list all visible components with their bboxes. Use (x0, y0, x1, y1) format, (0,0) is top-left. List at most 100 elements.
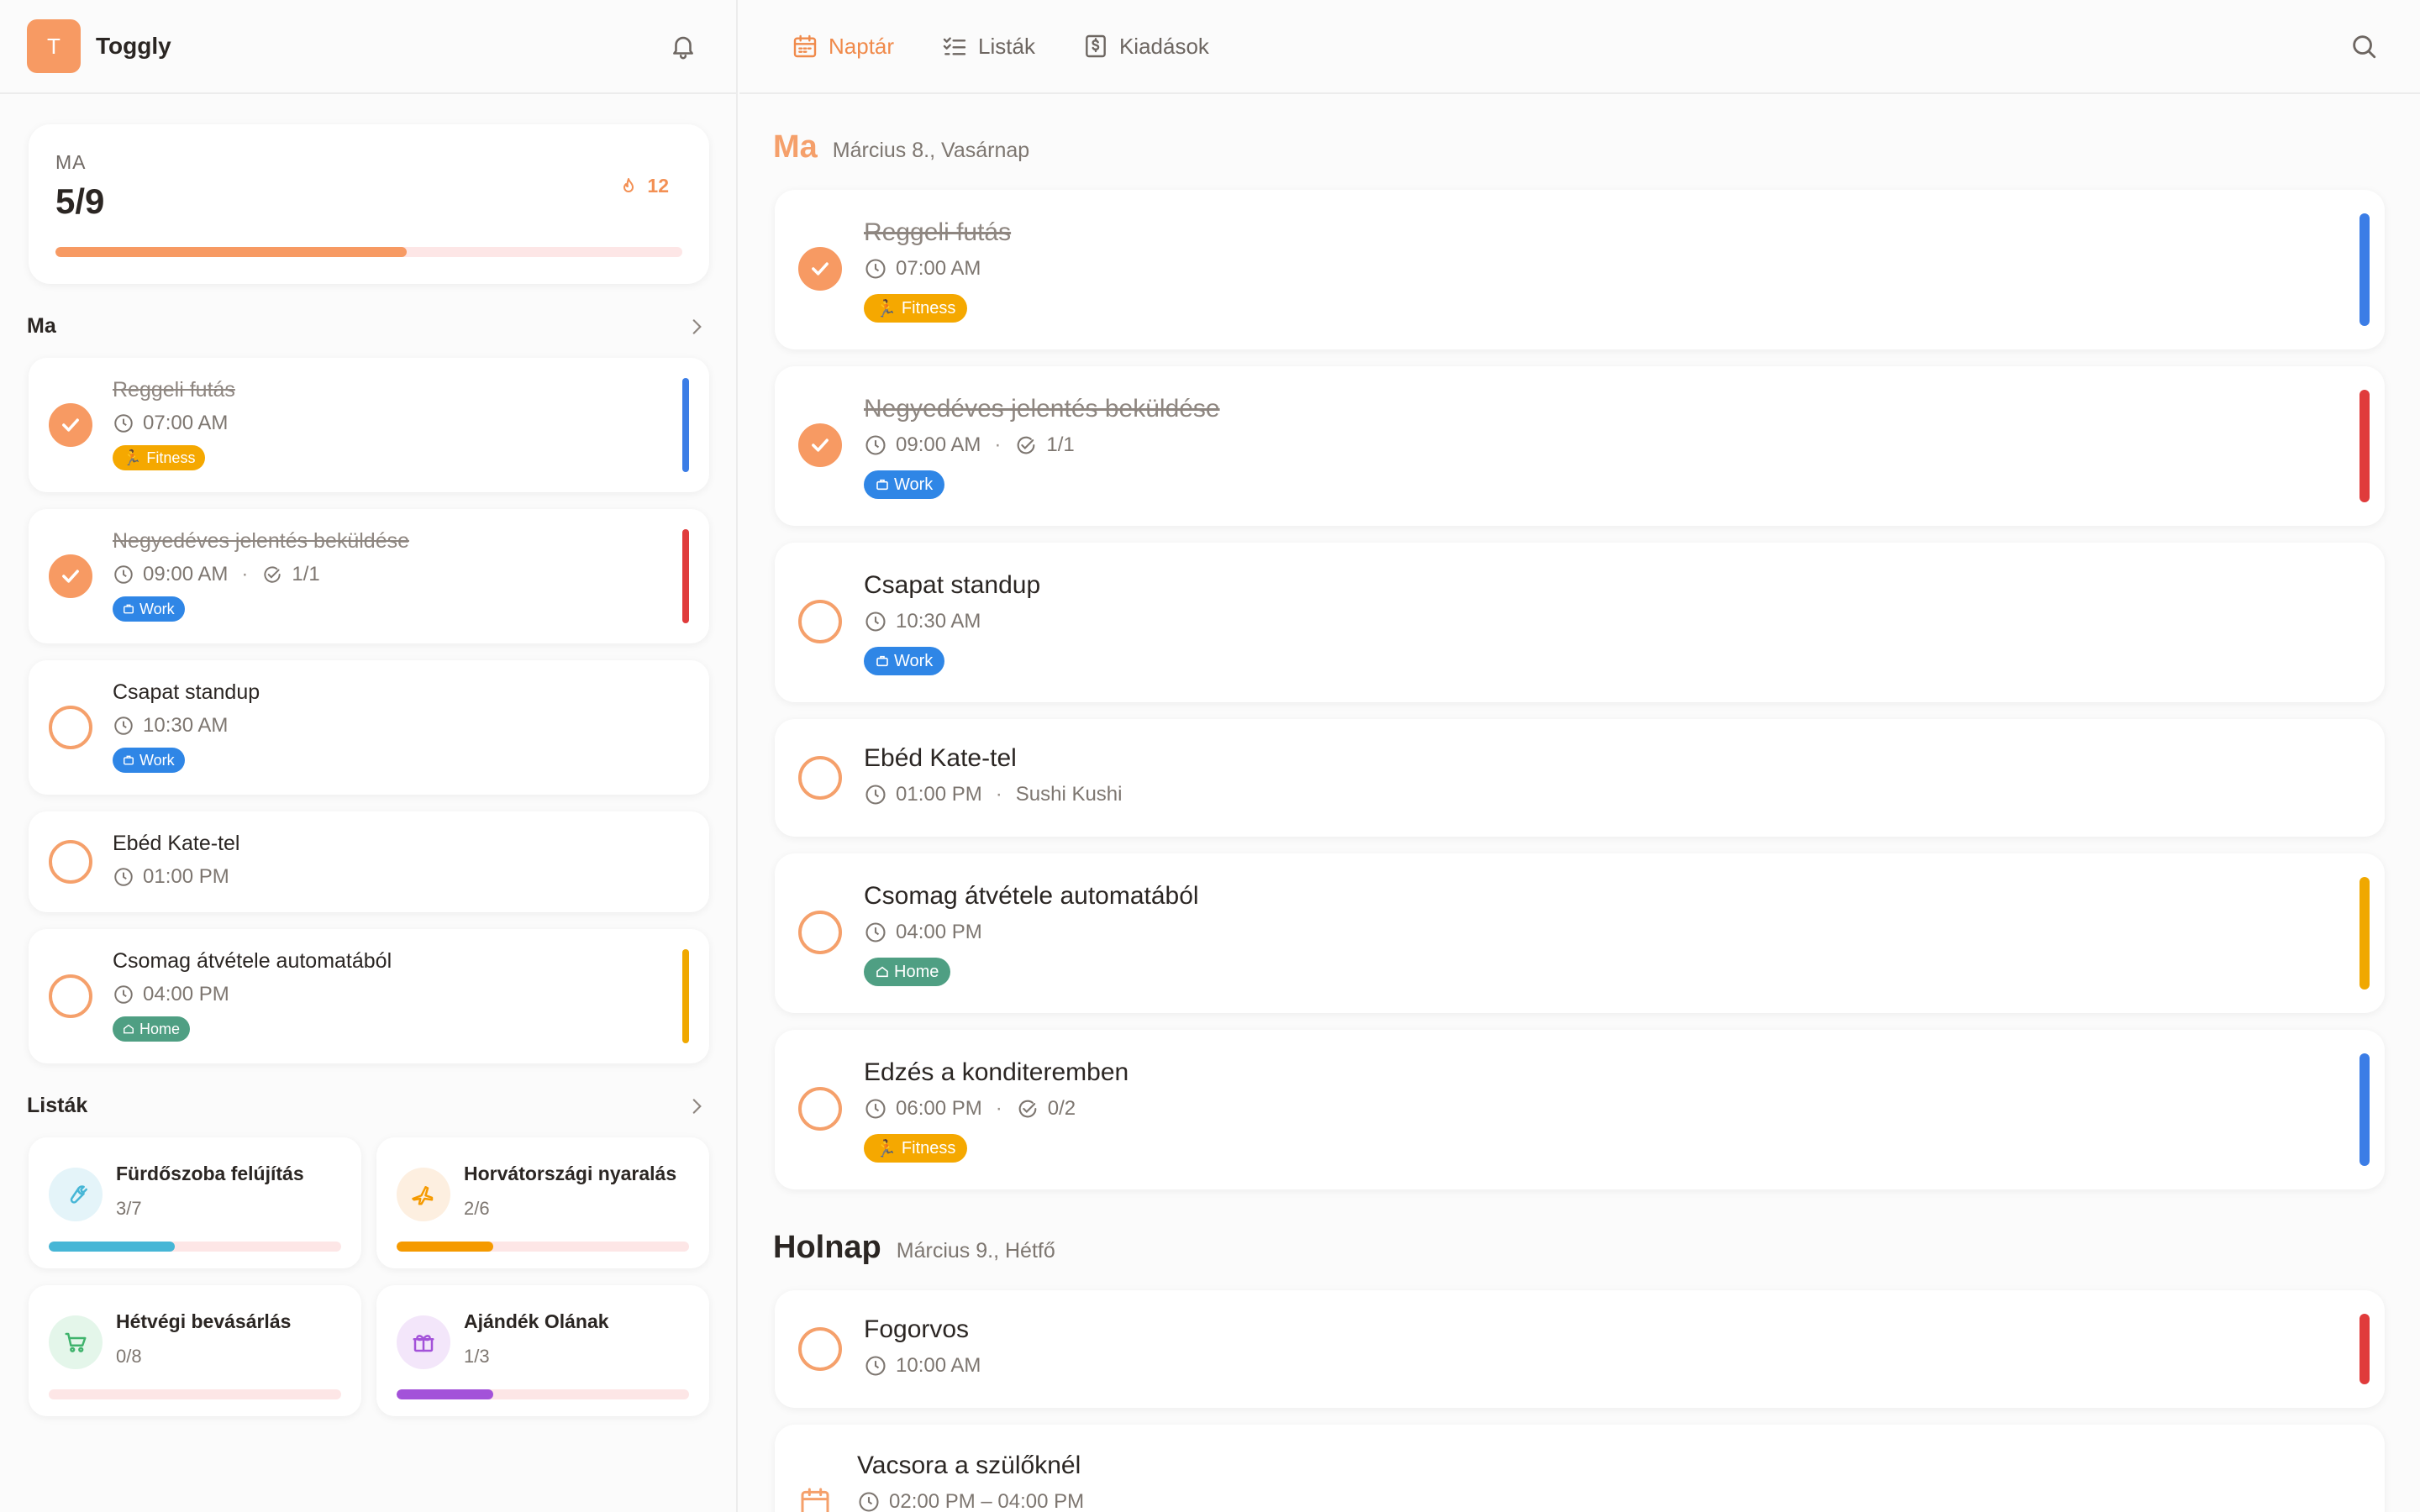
task-card[interactable]: Csapat standup 10:30 AM Work (29, 660, 709, 795)
task-checkbox[interactable] (798, 911, 842, 954)
task-card[interactable]: Reggeli futás 07:00 AM 🏃 Fitness (29, 358, 709, 492)
task-card[interactable]: Edzés a konditeremben 06:00 PM · 0/2 🏃 Fi… (775, 1030, 2385, 1189)
today-progress-fill (55, 247, 407, 257)
tag-work: Work (864, 647, 945, 675)
task-meta: 04:00 PM (113, 983, 229, 1006)
tag-home: Home (864, 958, 951, 986)
task-checkbox-checked[interactable] (798, 247, 842, 291)
list-progress-bar (49, 1389, 341, 1399)
today-section-title: Ma (27, 314, 56, 338)
list-name: Fürdőszoba felújítás (116, 1163, 304, 1184)
list-count: 0/8 (116, 1346, 142, 1367)
streak-badge: 12 (618, 175, 669, 197)
tag-work: Work (864, 470, 945, 499)
task-card[interactable]: Csomag átvétele automatából 04:00 PM Hom… (29, 929, 709, 1063)
priority-bar (682, 529, 689, 623)
task-card[interactable]: Negyedéves jelentés beküldése 09:00 AM ·… (29, 509, 709, 643)
task-card[interactable]: Csapat standup 10:30 AM Work (775, 543, 2385, 702)
task-card[interactable]: Negyedéves jelentés beküldése 09:00 AM ·… (775, 366, 2385, 526)
chevron-right-icon[interactable] (686, 316, 708, 338)
flame-icon (618, 176, 639, 197)
tab-calendar[interactable]: Naptár (792, 33, 894, 60)
tag-label: Fitness (901, 298, 956, 318)
list-card[interactable]: Ajándék Olának 1/3 (376, 1285, 709, 1416)
lists-section-title: Listák (27, 1094, 88, 1117)
list-progress-fill (49, 1242, 175, 1252)
tag-home: Home (113, 1016, 191, 1042)
tab-lists[interactable]: Listák (941, 33, 1035, 60)
house-icon (123, 1023, 134, 1035)
clock-icon (864, 1097, 887, 1121)
calendar-icon (792, 33, 818, 60)
bell-icon[interactable] (669, 32, 697, 60)
gift-icon (397, 1315, 450, 1369)
task-checkbox[interactable] (798, 1327, 842, 1371)
clock-icon (864, 257, 887, 281)
task-checkbox[interactable] (49, 706, 92, 749)
task-title: Ebéd Kate-tel (864, 744, 1017, 772)
task-checkbox-checked[interactable] (49, 554, 92, 598)
tag-work: Work (113, 596, 185, 622)
tab-expenses-label: Kiadások (1118, 33, 1209, 59)
tag-fitness: 🏃 Fitness (864, 294, 968, 323)
wrench-icon (49, 1168, 103, 1221)
task-title: Csomag átvétele automatából (113, 949, 392, 973)
clock-icon (864, 783, 887, 806)
checklist-icon (941, 33, 968, 60)
check-icon (812, 262, 829, 276)
event-meta: 02:00 PM – 04:00 PM (857, 1490, 1084, 1512)
lists-section-header[interactable]: Listák (27, 1094, 708, 1118)
clock-icon (113, 715, 134, 737)
streak-count: 12 (647, 175, 669, 197)
task-title: Edzés a konditeremben (864, 1058, 1129, 1086)
event-title: Vacsora a szülőknél (857, 1452, 1081, 1479)
app-name: Toggly (96, 33, 171, 59)
tag-label: Work (139, 600, 175, 617)
list-count: 3/7 (116, 1198, 142, 1219)
search-icon[interactable] (2349, 32, 2378, 60)
today-section-header[interactable]: Ma (27, 314, 708, 339)
day-header-today: Ma Március 8., Vasárnap (773, 129, 1029, 165)
task-checkbox-checked[interactable] (798, 423, 842, 467)
event-card[interactable]: Vacsora a szülőknél 02:00 PM – 04:00 PM (775, 1425, 2385, 1512)
task-checkbox[interactable] (49, 840, 92, 884)
task-checkbox[interactable] (798, 756, 842, 800)
task-title: Csapat standup (113, 680, 260, 704)
clock-icon (113, 984, 134, 1005)
task-title: Negyedéves jelentés beküldése (864, 395, 1220, 423)
task-card[interactable]: Fogorvos 10:00 AM (775, 1290, 2385, 1408)
app-logo: T (27, 19, 81, 73)
task-time: 06:00 PM (896, 1097, 982, 1120)
tab-expenses[interactable]: Kiadások (1082, 33, 1209, 60)
task-checkbox[interactable] (798, 600, 842, 643)
list-card[interactable]: Hétvégi bevásárlás 0/8 (29, 1285, 361, 1416)
task-checkbox[interactable] (49, 974, 92, 1018)
list-card[interactable]: Fürdőszoba felújítás 3/7 (29, 1137, 361, 1268)
task-title: Negyedéves jelentés beküldése (113, 529, 410, 553)
task-card[interactable]: Reggeli futás 07:00 AM 🏃 Fitness (775, 190, 2385, 349)
clock-icon (857, 1490, 881, 1512)
chevron-right-icon[interactable] (686, 1095, 708, 1117)
task-title: Ebéd Kate-tel (113, 832, 240, 855)
task-card[interactable]: Ebéd Kate-tel 01:00 PM (29, 811, 709, 912)
task-card[interactable]: Ebéd Kate-tel 01:00 PM · Sushi Kushi (775, 719, 2385, 837)
task-checkbox[interactable] (798, 1087, 842, 1131)
today-summary-card[interactable]: MA 5/9 12 (29, 124, 709, 284)
task-meta: 09:00 AM · 1/1 (113, 563, 320, 586)
tag-label: Work (894, 475, 934, 494)
tab-lists-label: Listák (978, 33, 1035, 59)
task-meta: 07:00 AM (864, 257, 981, 281)
runner-icon: 🏃 (123, 449, 142, 466)
task-card[interactable]: Csomag átvétele automatából 04:00 PM Hom… (775, 853, 2385, 1013)
task-meta: 09:00 AM · 1/1 (864, 433, 1075, 457)
today-count: 5/9 (55, 181, 105, 221)
list-name: Hétvégi bevásárlás (116, 1310, 292, 1332)
task-checkbox-checked[interactable] (49, 403, 92, 447)
subtask-check-icon (261, 564, 283, 585)
list-card[interactable]: Horvátországi nyaralás 2/6 (376, 1137, 709, 1268)
task-title: Csomag átvétele automatából (864, 882, 1199, 910)
task-meta: 10:30 AM (864, 610, 981, 633)
task-time: 04:00 PM (896, 921, 982, 943)
receipt-icon (1082, 33, 1109, 60)
today-progress-bar (55, 247, 682, 257)
